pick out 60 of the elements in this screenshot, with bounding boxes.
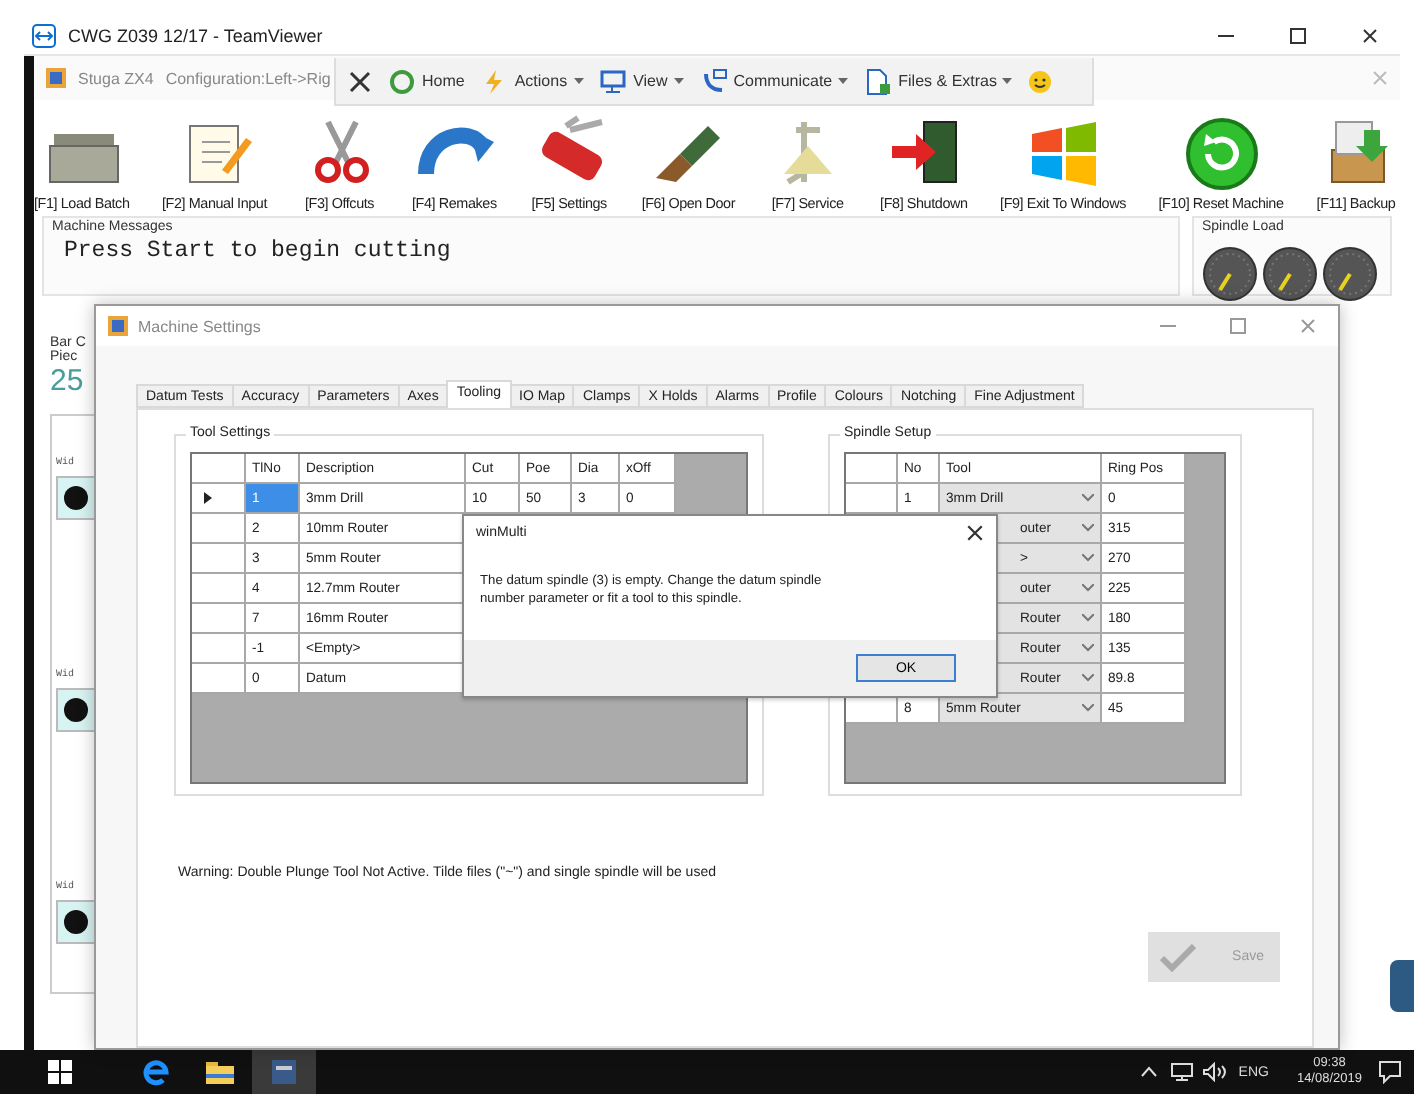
menu-label: Communicate bbox=[733, 72, 833, 90]
app-title: Stuga ZX4 bbox=[78, 69, 154, 87]
menu-label: View bbox=[633, 72, 668, 90]
row-pointer-icon bbox=[204, 492, 212, 504]
chevron-down-icon bbox=[1082, 524, 1094, 532]
window-title: Machine Settings bbox=[138, 317, 263, 335]
close-icon[interactable] bbox=[966, 524, 984, 542]
chevron-down-icon bbox=[1082, 494, 1094, 502]
refresh-circle-icon bbox=[1181, 114, 1261, 190]
chevron-down-icon bbox=[1082, 674, 1094, 682]
close-icon[interactable] bbox=[348, 69, 372, 93]
gauge-icon bbox=[1202, 246, 1258, 302]
taskbar-app[interactable] bbox=[252, 1050, 316, 1094]
teamviewer-logo-icon bbox=[32, 23, 56, 47]
speaker-icon[interactable] bbox=[1202, 1062, 1227, 1082]
windows-logo-icon bbox=[48, 1060, 72, 1084]
caret-icon bbox=[573, 77, 584, 85]
gauge-icon bbox=[1262, 246, 1318, 302]
monitor-icon bbox=[599, 67, 628, 95]
disc-icon bbox=[64, 486, 88, 510]
notification-icon[interactable] bbox=[1378, 1060, 1402, 1084]
machine-message: Press Start to begin cutting bbox=[64, 238, 453, 264]
toolbar-menu[interactable]: View bbox=[599, 67, 684, 95]
menu-label: Home bbox=[422, 72, 465, 90]
phone-bubble-icon bbox=[699, 67, 728, 95]
chevron-down-icon bbox=[1082, 584, 1094, 592]
toolbar-menu[interactable]: Files & Extras bbox=[864, 67, 1013, 95]
browser-e-icon bbox=[142, 1058, 170, 1086]
folder-icon bbox=[206, 1060, 234, 1084]
disc-icon bbox=[64, 698, 88, 722]
toolbar-menu[interactable]: Communicate bbox=[699, 67, 849, 95]
chevron-down-icon bbox=[1082, 614, 1094, 622]
row-header[interactable] bbox=[192, 484, 246, 514]
menu-label: Files & Extras bbox=[898, 72, 997, 90]
caret-icon bbox=[838, 77, 849, 85]
close-icon[interactable] bbox=[1362, 27, 1378, 43]
maximize-icon[interactable] bbox=[1290, 27, 1306, 43]
chevron-down-icon bbox=[1082, 554, 1094, 562]
app-icon bbox=[108, 316, 128, 336]
chevron-up-icon[interactable] bbox=[1140, 1066, 1159, 1078]
piece-count: 25 bbox=[50, 364, 84, 398]
network-icon[interactable] bbox=[1170, 1062, 1195, 1082]
file-icon bbox=[864, 67, 893, 95]
chevron-down-icon bbox=[1082, 704, 1094, 712]
toolbar-menu[interactable]: Actions bbox=[480, 67, 584, 95]
toolbar-menu[interactable]: Home bbox=[388, 67, 465, 95]
menu-label: Actions bbox=[514, 72, 568, 90]
app-window-icon bbox=[272, 1060, 296, 1084]
app-icon bbox=[46, 68, 66, 88]
checkmark-icon bbox=[1160, 943, 1196, 971]
configuration-label: Configuration:Left->Rig bbox=[165, 69, 331, 87]
home-icon bbox=[388, 67, 416, 95]
window-title: CWG Z039 12/17 - TeamViewer bbox=[68, 25, 325, 45]
caret-icon bbox=[1002, 77, 1013, 85]
smiley-icon bbox=[1028, 69, 1053, 93]
caret-icon bbox=[673, 77, 684, 85]
disc-icon bbox=[64, 910, 88, 934]
chevron-down-icon bbox=[1082, 644, 1094, 652]
side-panel-handle[interactable] bbox=[1390, 960, 1414, 1012]
gauge-icon bbox=[1322, 246, 1378, 302]
